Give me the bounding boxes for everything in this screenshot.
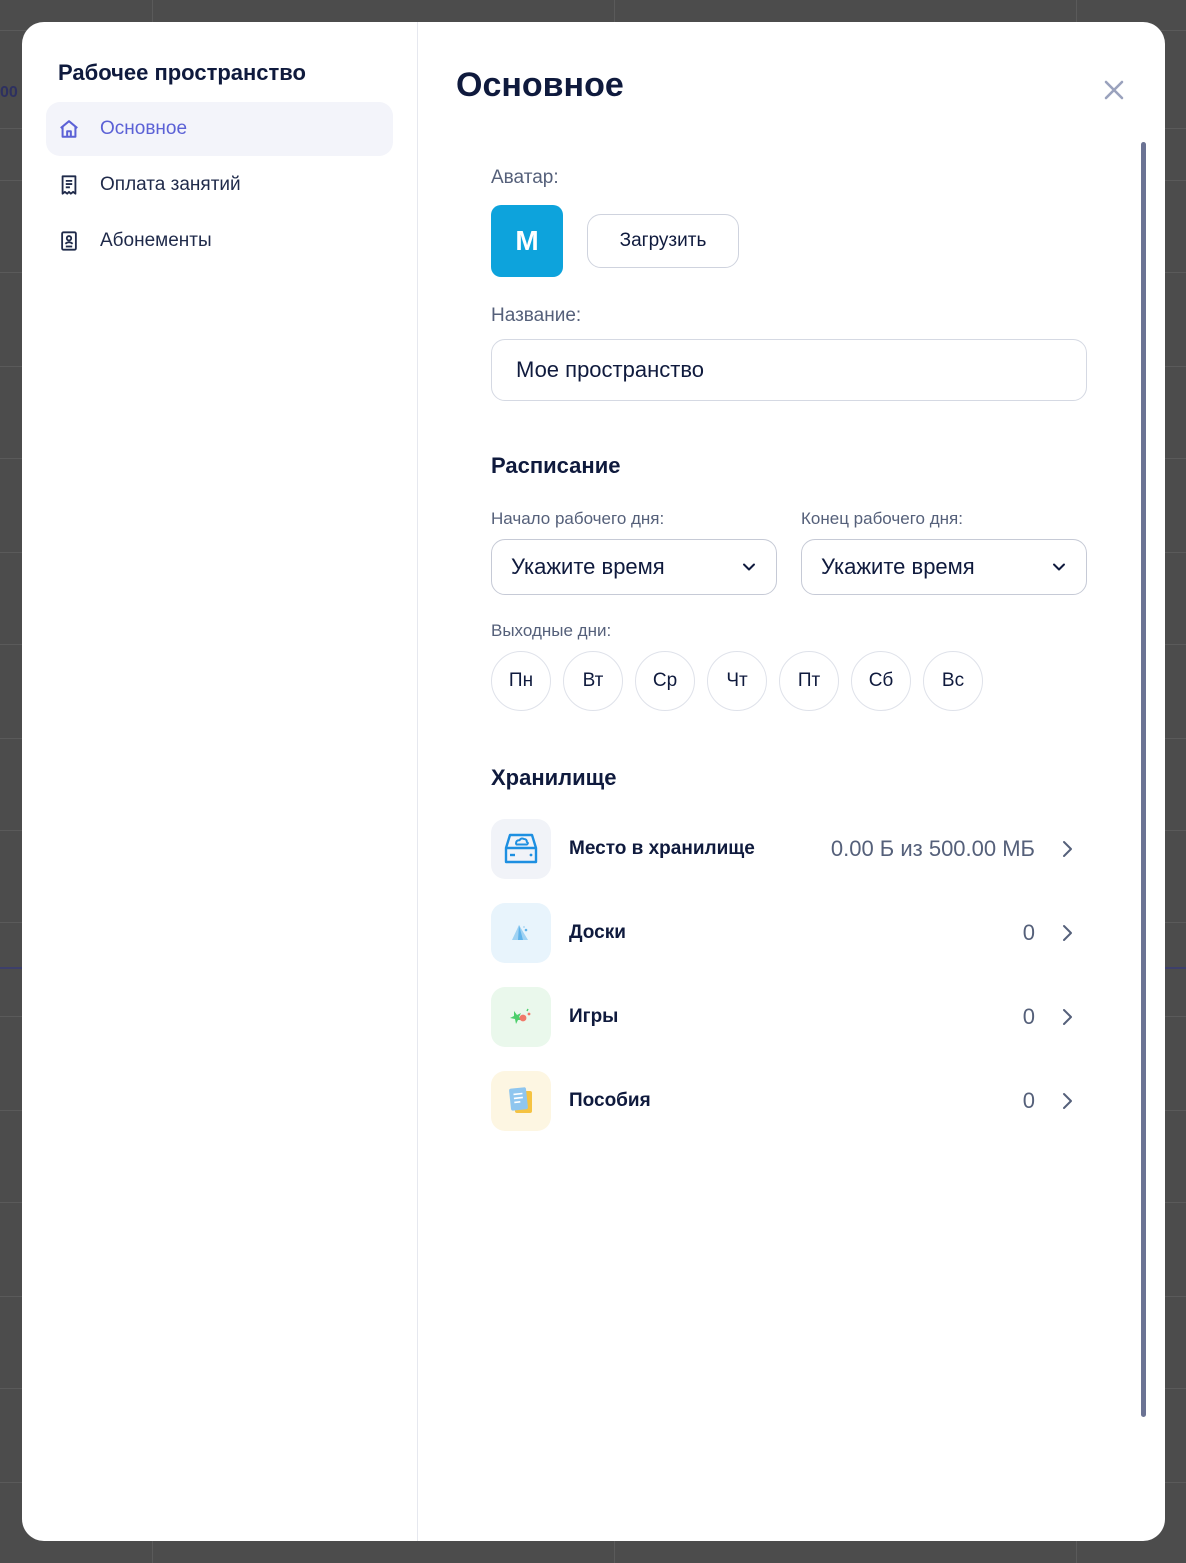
workspace-name-input[interactable]	[491, 339, 1087, 401]
storage-title: Хранилище	[491, 765, 617, 790]
background-peek-text: 00	[0, 84, 18, 101]
chevron-right-icon	[1061, 1007, 1075, 1027]
chevron-down-icon	[1053, 563, 1065, 571]
sidebar-item-general[interactable]: Основное	[46, 102, 393, 156]
chevron-down-icon	[743, 563, 755, 571]
weekend-label: Выходные дни:	[491, 621, 612, 640]
end-time-label: Конец рабочего дня:	[801, 509, 963, 528]
settings-modal: Рабочее пространство Основное Оплата зан…	[22, 22, 1165, 1541]
start-time-select[interactable]: Укажите время	[491, 539, 777, 595]
scrollbar[interactable]	[1141, 142, 1146, 1417]
storage-item-name: Место в хранилище	[569, 838, 755, 859]
storage-item-value: 0.00 Б из 500.00 МБ	[830, 836, 1035, 861]
sidebar-item-label: Оплата занятий	[100, 174, 241, 195]
boards-icon	[491, 903, 551, 963]
sidebar-item-memberships[interactable]: Абонементы	[46, 214, 393, 268]
storage-row-boards[interactable]: Доски 0	[491, 903, 1087, 963]
page-title: Основное	[456, 66, 624, 104]
materials-icon	[491, 1071, 551, 1131]
storage-item-name: Доски	[569, 922, 626, 943]
end-time-value: Укажите время	[821, 554, 975, 579]
storage-row-materials[interactable]: Пособия 0	[491, 1071, 1087, 1131]
day-toggle-mon[interactable]: Пн	[491, 651, 551, 711]
settings-form: Аватар: M Загрузить Название: Расписание…	[491, 167, 1087, 1155]
membership-card-icon	[58, 230, 80, 252]
storage-row-games[interactable]: Игры 0	[491, 987, 1087, 1047]
sidebar-item-payments[interactable]: Оплата занятий	[46, 158, 393, 212]
day-toggle-sun[interactable]: Вс	[923, 651, 983, 711]
sidebar-title: Рабочее пространство	[58, 60, 306, 85]
schedule-title: Расписание	[491, 453, 621, 478]
name-label: Название:	[491, 305, 582, 326]
storage-item-value: 0	[1022, 1004, 1035, 1029]
storage-item-value: 0	[1022, 1088, 1035, 1113]
sidebar: Рабочее пространство Основное Оплата зан…	[22, 22, 418, 1541]
day-toggle-wed[interactable]: Ср	[635, 651, 695, 711]
storage-item-name: Пособия	[569, 1090, 651, 1111]
avatar-label: Аватар:	[491, 167, 559, 188]
close-button[interactable]	[1098, 74, 1130, 106]
receipt-icon	[58, 174, 80, 196]
storage-list: Место в хранилище 0.00 Б из 500.00 МБ До…	[491, 819, 1087, 1131]
storage-item-name: Игры	[569, 1006, 619, 1027]
day-toggle-fri[interactable]: Пт	[779, 651, 839, 711]
end-time-select[interactable]: Укажите время	[801, 539, 1087, 595]
sidebar-item-label: Основное	[100, 118, 188, 139]
avatar: M	[491, 205, 563, 277]
close-icon	[1104, 80, 1124, 100]
start-time-value: Укажите время	[511, 554, 665, 579]
games-icon	[491, 987, 551, 1047]
day-toggle-thu[interactable]: Чт	[707, 651, 767, 711]
sidebar-item-label: Абонементы	[100, 230, 212, 251]
main-content: Основное Аватар: M Загрузить Название: Р…	[418, 22, 1165, 1541]
storage-item-value: 0	[1022, 920, 1035, 945]
storage-drive-icon	[491, 819, 551, 879]
weekend-days: Пн Вт Ср Чт Пт Сб Вс	[491, 651, 1087, 711]
chevron-right-icon	[1061, 923, 1075, 943]
storage-row-space[interactable]: Место в хранилище 0.00 Б из 500.00 МБ	[491, 819, 1087, 879]
day-toggle-tue[interactable]: Вт	[563, 651, 623, 711]
chevron-right-icon	[1061, 839, 1075, 859]
start-time-label: Начало рабочего дня:	[491, 509, 665, 528]
chevron-right-icon	[1061, 1091, 1075, 1111]
home-icon	[58, 118, 80, 140]
upload-avatar-button[interactable]: Загрузить	[587, 214, 739, 268]
day-toggle-sat[interactable]: Сб	[851, 651, 911, 711]
